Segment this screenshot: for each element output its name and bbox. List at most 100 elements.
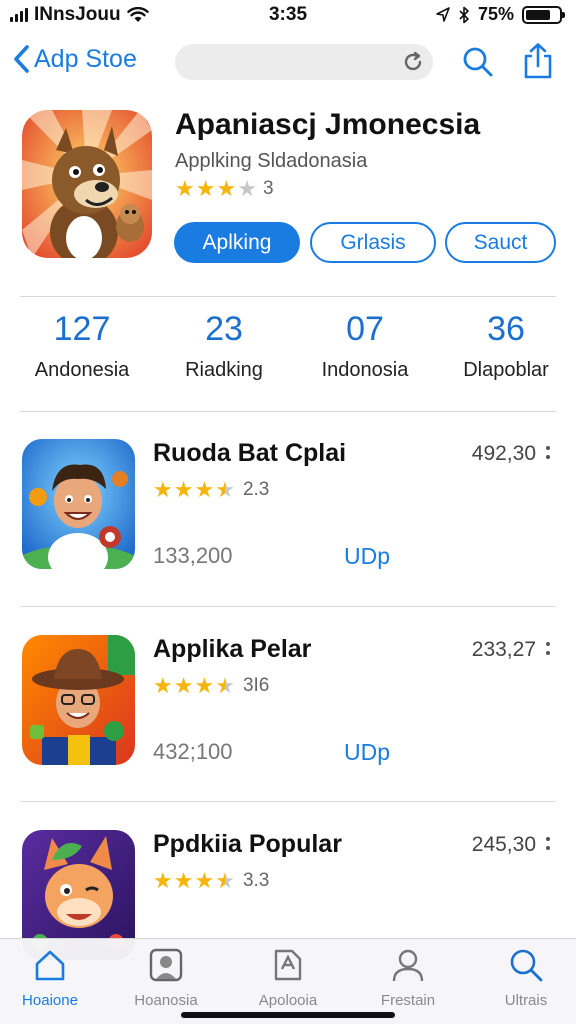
back-button[interactable]: Adp Stoe [12,44,137,74]
app-name[interactable]: Applika Pelar [153,635,311,664]
carrier-name: INnsJouu [34,4,121,25]
wifi-icon [126,7,149,22]
app-icon[interactable] [22,110,152,258]
app-rating: ★ ★ ★ ★ 2.3 [153,479,269,501]
stat-label: Indonosia [321,359,409,381]
star-icon: ★ [195,176,216,201]
star-icon: ★ [215,868,235,893]
more-vertical-icon[interactable] [546,445,550,461]
app-price: 245,30 [471,833,536,856]
app-price: 492,30 [471,442,536,465]
app-list-icon[interactable] [22,635,135,765]
secondary-action-button[interactable]: Grlasis [310,222,436,263]
star-icon: ★ [216,176,237,201]
divider [20,801,556,802]
tab-search[interactable]: Ultrais [476,947,576,1009]
stat-label: Riadking [185,359,263,381]
nav-bar: Adp Stoe [0,36,576,90]
stat-value: 36 [487,310,525,348]
app-price: 233,27 [471,638,536,661]
search-field[interactable] [175,44,433,80]
apps-icon [274,949,302,981]
tertiary-action-button[interactable]: Sauct [445,222,556,263]
rating-value: 2.3 [242,479,270,500]
star-icon: ★ [194,673,215,698]
home-indicator[interactable] [181,1012,395,1018]
primary-action-button[interactable]: Aplking [174,222,300,263]
person-icon [392,949,424,982]
back-label: Adp Stoe [34,44,137,73]
location-icon [436,6,450,22]
star-icon: ★ [215,673,235,698]
star-icon: ★ [194,868,215,893]
divider [20,606,556,607]
rating-value: 3 [262,178,274,199]
stat-value: 23 [205,310,243,348]
download-count: 432;100 [153,739,233,764]
star-icon: ★ [153,477,173,502]
portrait-icon [149,948,183,982]
rating-value: 3.3 [242,870,270,891]
app-rating: ★ ★ ★ ★ 3 [175,178,274,200]
stat-value: 127 [53,310,111,348]
star-rating: ★ ★ ★ ★ [153,675,235,697]
tab-label: Frestain [380,992,436,1009]
star-icon: ★ [215,477,235,502]
app-rating: ★ ★ ★ ★ 3.3 [153,870,269,892]
stat-item: 23 Riadking [154,310,294,382]
reload-icon[interactable] [401,50,425,74]
app-list-icon[interactable] [22,439,135,569]
tab-label: Ultrais [504,992,548,1009]
chevron-left-icon [14,45,29,73]
app-subtitle: Applking Sldadonasia [175,150,368,172]
more-vertical-icon[interactable] [546,836,550,852]
list-item[interactable]: Applika Pelar 233,27 ★ ★ ★ ★ 3I6 432;100 UD… [0,608,576,798]
stat-value: 07 [346,310,384,348]
tab-person[interactable]: Frestain [358,947,458,1009]
star-icon: ★ [237,176,257,201]
app-name[interactable]: Ppdkiia Popular [153,830,342,859]
app-name[interactable]: Ruoda Bat Cplai [153,439,346,468]
battery-percent: 75% [477,4,514,24]
tab-apps[interactable]: Apolooia [238,947,338,1009]
more-vertical-icon[interactable] [546,641,550,657]
tab-home[interactable]: Hoaione [0,947,100,1009]
search-icon[interactable] [462,46,494,78]
stat-item: 36 Dlapoblar [436,310,576,382]
share-icon[interactable] [522,42,554,80]
rating-value: 3I6 [242,675,270,696]
app-title: Apaniascj Jmonecsia [175,108,481,141]
update-button[interactable]: UDp [344,543,390,570]
star-icon: ★ [153,868,173,893]
star-icon: ★ [175,176,195,201]
stat-item: 07 Indonosia [295,310,435,382]
divider [20,296,556,297]
star-icon: ★ [173,673,194,698]
star-rating: ★ ★ ★ ★ [153,870,235,892]
tab-label: Apolooia [258,992,318,1009]
download-count: 133,200 [153,543,233,568]
star-rating: ★ ★ ★ ★ [175,178,257,200]
stat-item: 127 Andonesia [12,310,152,382]
star-icon: ★ [173,477,194,502]
app-rating: ★ ★ ★ ★ 3I6 [153,675,269,697]
search-icon [510,949,543,982]
star-icon: ★ [153,673,173,698]
tab-label: Hoaione [22,992,78,1009]
update-button[interactable]: UDp [344,739,390,766]
tab-portrait[interactable]: Hoanosia [116,947,216,1009]
stat-label: Andonesia [34,359,130,381]
tab-label: Hoanosia [134,992,198,1009]
signal-icon [10,8,28,22]
list-item[interactable]: Ruoda Bat Cplai 492,30 ★ ★ ★ ★ 2.3 133,200 … [0,412,576,602]
stat-label: Dlapoblar [463,359,549,381]
star-rating: ★ ★ ★ ★ [153,479,235,501]
home-icon [35,950,65,981]
star-icon: ★ [194,477,215,502]
status-right: 75% [436,4,565,25]
stats-row: 127 Andonesia 23 Riadking 07 Indonosia 3… [0,310,576,400]
star-icon: ★ [173,868,194,893]
bluetooth-icon [459,6,469,23]
status-bar: INnsJouu 3:35 75% [0,0,576,32]
status-left: INnsJouu [10,4,149,26]
